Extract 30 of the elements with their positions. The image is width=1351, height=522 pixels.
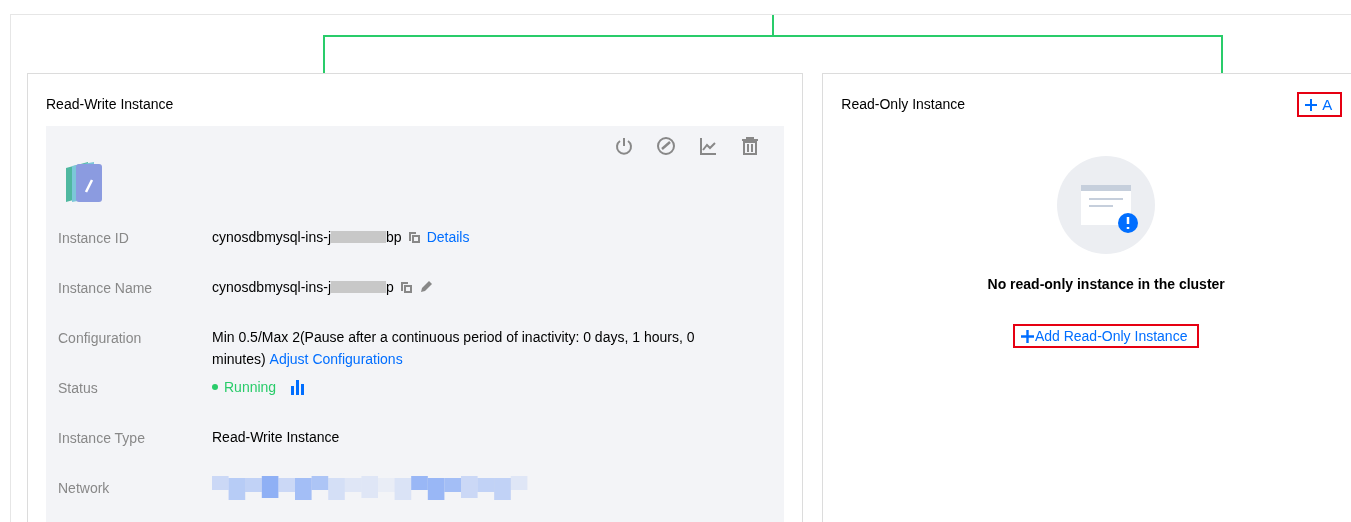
field-label: Instance Name: [58, 279, 153, 296]
empty-list-icon: [1057, 156, 1156, 254]
plus-icon: [1020, 329, 1034, 343]
field-label: Instance Type: [58, 429, 145, 446]
field-label: Instance ID: [58, 229, 129, 246]
plus-icon: [1305, 98, 1318, 111]
configuration-text: Min 0.5/Max 2(Pause after a continuous period of inactivity: 0 days, 1 hours, 0 minutes) Adjust Configurations: [212, 326, 732, 370]
add-read-only-button[interactable]: Add Read-Only Instance: [1012, 324, 1200, 348]
field-label: Configuration: [58, 329, 142, 346]
field-value: Read-Write Instance: [212, 428, 340, 447]
power-icon[interactable]: [614, 136, 635, 156]
copy-icon[interactable]: [407, 230, 421, 244]
details-link[interactable]: Details: [426, 226, 470, 248]
instance-id: cynosdbmysql-ins-j bp: [212, 228, 402, 247]
card-title: Read-Only Instance: [840, 95, 966, 114]
edit-icon[interactable]: [418, 280, 433, 294]
instance-name: cynosdbmysql-ins-j p: [212, 278, 394, 297]
trash-icon[interactable]: [740, 136, 761, 156]
field-label: Status: [58, 379, 98, 396]
empty-message: No read-only instance in the cluster: [987, 276, 1225, 292]
field-label: Network: [58, 479, 110, 496]
adjust-configurations-link[interactable]: Adjust Configurations: [269, 348, 403, 370]
add-button[interactable]: A: [1297, 92, 1343, 117]
gauge-icon[interactable]: [656, 136, 677, 156]
copy-icon[interactable]: [399, 280, 413, 294]
instance-icon: [64, 160, 104, 204]
card-title: Read-Write Instance: [46, 95, 174, 114]
status-text: Running: [224, 378, 277, 397]
line-chart-icon[interactable]: [698, 136, 719, 156]
bar-chart-icon[interactable]: [290, 379, 307, 395]
